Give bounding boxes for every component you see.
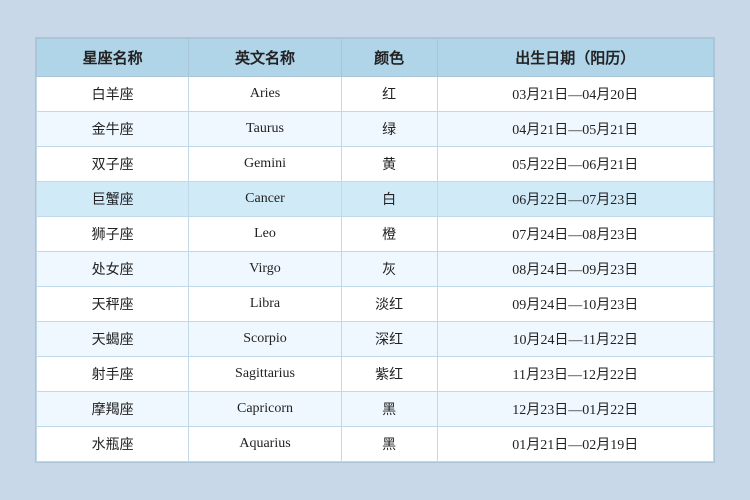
cell-chinese-name: 射手座 — [37, 357, 189, 392]
table-row: 狮子座Leo橙07月24日—08月23日 — [37, 217, 714, 252]
table-row: 双子座Gemini黄05月22日—06月21日 — [37, 147, 714, 182]
table-row: 水瓶座Aquarius黑01月21日—02月19日 — [37, 427, 714, 462]
cell-chinese-name: 白羊座 — [37, 77, 189, 112]
table-row: 金牛座Taurus绿04月21日—05月21日 — [37, 112, 714, 147]
table-row: 摩羯座Capricorn黑12月23日—01月22日 — [37, 392, 714, 427]
cell-dates: 01月21日—02月19日 — [437, 427, 713, 462]
table-row: 白羊座Aries红03月21日—04月20日 — [37, 77, 714, 112]
zodiac-table-container: 星座名称 英文名称 颜色 出生日期（阳历） 白羊座Aries红03月21日—04… — [35, 37, 715, 463]
cell-dates: 04月21日—05月21日 — [437, 112, 713, 147]
cell-color: 深红 — [341, 322, 437, 357]
table-row: 巨蟹座Cancer白06月22日—07月23日 — [37, 182, 714, 217]
cell-english-name: Cancer — [189, 182, 341, 217]
cell-color: 绿 — [341, 112, 437, 147]
header-english-name: 英文名称 — [189, 39, 341, 77]
cell-english-name: Virgo — [189, 252, 341, 287]
cell-color: 淡红 — [341, 287, 437, 322]
cell-chinese-name: 水瓶座 — [37, 427, 189, 462]
header-color: 颜色 — [341, 39, 437, 77]
cell-english-name: Libra — [189, 287, 341, 322]
cell-color: 灰 — [341, 252, 437, 287]
cell-english-name: Scorpio — [189, 322, 341, 357]
cell-dates: 09月24日—10月23日 — [437, 287, 713, 322]
cell-dates: 11月23日—12月22日 — [437, 357, 713, 392]
cell-color: 紫红 — [341, 357, 437, 392]
cell-dates: 07月24日—08月23日 — [437, 217, 713, 252]
table-row: 射手座Sagittarius紫红11月23日—12月22日 — [37, 357, 714, 392]
cell-chinese-name: 天蝎座 — [37, 322, 189, 357]
cell-english-name: Gemini — [189, 147, 341, 182]
cell-color: 黄 — [341, 147, 437, 182]
table-header-row: 星座名称 英文名称 颜色 出生日期（阳历） — [37, 39, 714, 77]
cell-chinese-name: 处女座 — [37, 252, 189, 287]
cell-dates: 05月22日—06月21日 — [437, 147, 713, 182]
cell-color: 橙 — [341, 217, 437, 252]
cell-dates: 03月21日—04月20日 — [437, 77, 713, 112]
cell-chinese-name: 天秤座 — [37, 287, 189, 322]
table-row: 处女座Virgo灰08月24日—09月23日 — [37, 252, 714, 287]
header-chinese-name: 星座名称 — [37, 39, 189, 77]
cell-dates: 10月24日—11月22日 — [437, 322, 713, 357]
cell-chinese-name: 巨蟹座 — [37, 182, 189, 217]
zodiac-table: 星座名称 英文名称 颜色 出生日期（阳历） 白羊座Aries红03月21日—04… — [36, 38, 714, 462]
cell-chinese-name: 双子座 — [37, 147, 189, 182]
cell-english-name: Leo — [189, 217, 341, 252]
table-row: 天秤座Libra淡红09月24日—10月23日 — [37, 287, 714, 322]
cell-dates: 08月24日—09月23日 — [437, 252, 713, 287]
cell-english-name: Taurus — [189, 112, 341, 147]
cell-english-name: Aries — [189, 77, 341, 112]
cell-dates: 12月23日—01月22日 — [437, 392, 713, 427]
cell-chinese-name: 金牛座 — [37, 112, 189, 147]
cell-dates: 06月22日—07月23日 — [437, 182, 713, 217]
header-dates: 出生日期（阳历） — [437, 39, 713, 77]
cell-color: 红 — [341, 77, 437, 112]
cell-color: 白 — [341, 182, 437, 217]
cell-english-name: Sagittarius — [189, 357, 341, 392]
table-row: 天蝎座Scorpio深红10月24日—11月22日 — [37, 322, 714, 357]
cell-color: 黑 — [341, 427, 437, 462]
cell-color: 黑 — [341, 392, 437, 427]
cell-english-name: Aquarius — [189, 427, 341, 462]
cell-chinese-name: 摩羯座 — [37, 392, 189, 427]
table-body: 白羊座Aries红03月21日—04月20日金牛座Taurus绿04月21日—0… — [37, 77, 714, 462]
cell-chinese-name: 狮子座 — [37, 217, 189, 252]
cell-english-name: Capricorn — [189, 392, 341, 427]
